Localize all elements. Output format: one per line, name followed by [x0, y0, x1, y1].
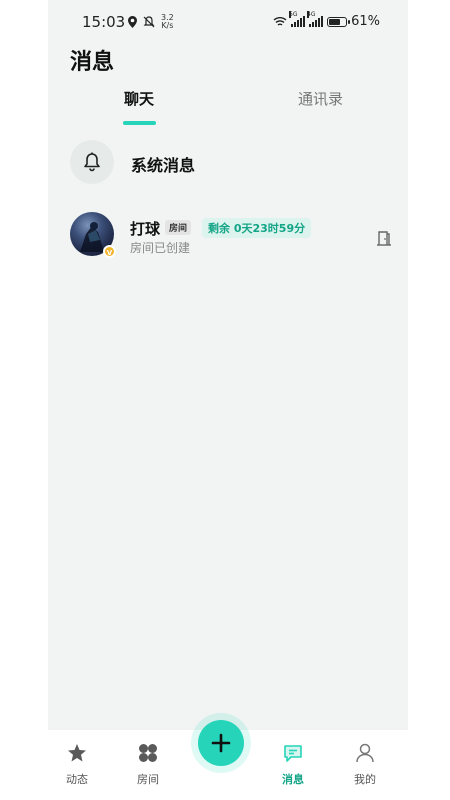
remaining-time-badge: 剩余 0天23时59分: [202, 218, 312, 238]
status-bar: 15:03 3.2 K/s 5G 4G 61%: [48, 8, 408, 34]
chat-bubble-icon: [284, 745, 302, 762]
tab-contacts[interactable]: 通讯录: [298, 88, 343, 109]
status-time: 15:03: [82, 13, 126, 31]
system-message-row[interactable]: 系统消息: [70, 138, 390, 186]
vip-badge: V: [103, 245, 116, 258]
nav-item-profile[interactable]: 我的: [340, 742, 390, 787]
star-icon: [68, 744, 86, 762]
nav-item-messages[interactable]: 消息: [268, 742, 318, 787]
page-title: 消息: [70, 50, 115, 75]
room-badge: 房间: [165, 220, 192, 235]
tab-bar: 聊天 通讯录: [48, 88, 408, 128]
mute-bell-icon: [143, 16, 155, 28]
signal-icon-sim2: 4G: [307, 11, 324, 27]
wifi-icon: [273, 17, 287, 26]
tab-chat[interactable]: 聊天: [124, 88, 154, 109]
nav-item-feed[interactable]: 动态: [52, 742, 102, 787]
bell-icon: [84, 152, 100, 172]
add-button[interactable]: [198, 720, 244, 766]
app-screen: 15:03 3.2 K/s 5G 4G 61% 消息 聊天 通讯录 系统消息 V…: [48, 0, 408, 800]
signal-icon-sim1: 5G: [289, 11, 306, 27]
door-icon[interactable]: [376, 230, 392, 246]
plus-icon: [211, 733, 231, 753]
battery-icon: [327, 16, 351, 27]
person-icon: [356, 743, 374, 763]
location-icon: [128, 16, 137, 28]
chat-name: 打球: [130, 220, 161, 238]
nav-item-rooms[interactable]: 房间: [123, 742, 173, 787]
chat-list-item[interactable]: V 打球 房间 剩余 0天23时59分 房间已创建: [70, 210, 392, 262]
chat-last-message: 房间已创建: [130, 241, 191, 255]
system-message-label: 系统消息: [131, 156, 196, 175]
battery-percent: 61%: [351, 14, 380, 29]
system-message-icon-wrap: [70, 140, 114, 184]
active-tab-indicator: [123, 121, 156, 125]
clover-icon: [139, 744, 157, 762]
net-speed: 3.2 K/s: [161, 13, 174, 30]
